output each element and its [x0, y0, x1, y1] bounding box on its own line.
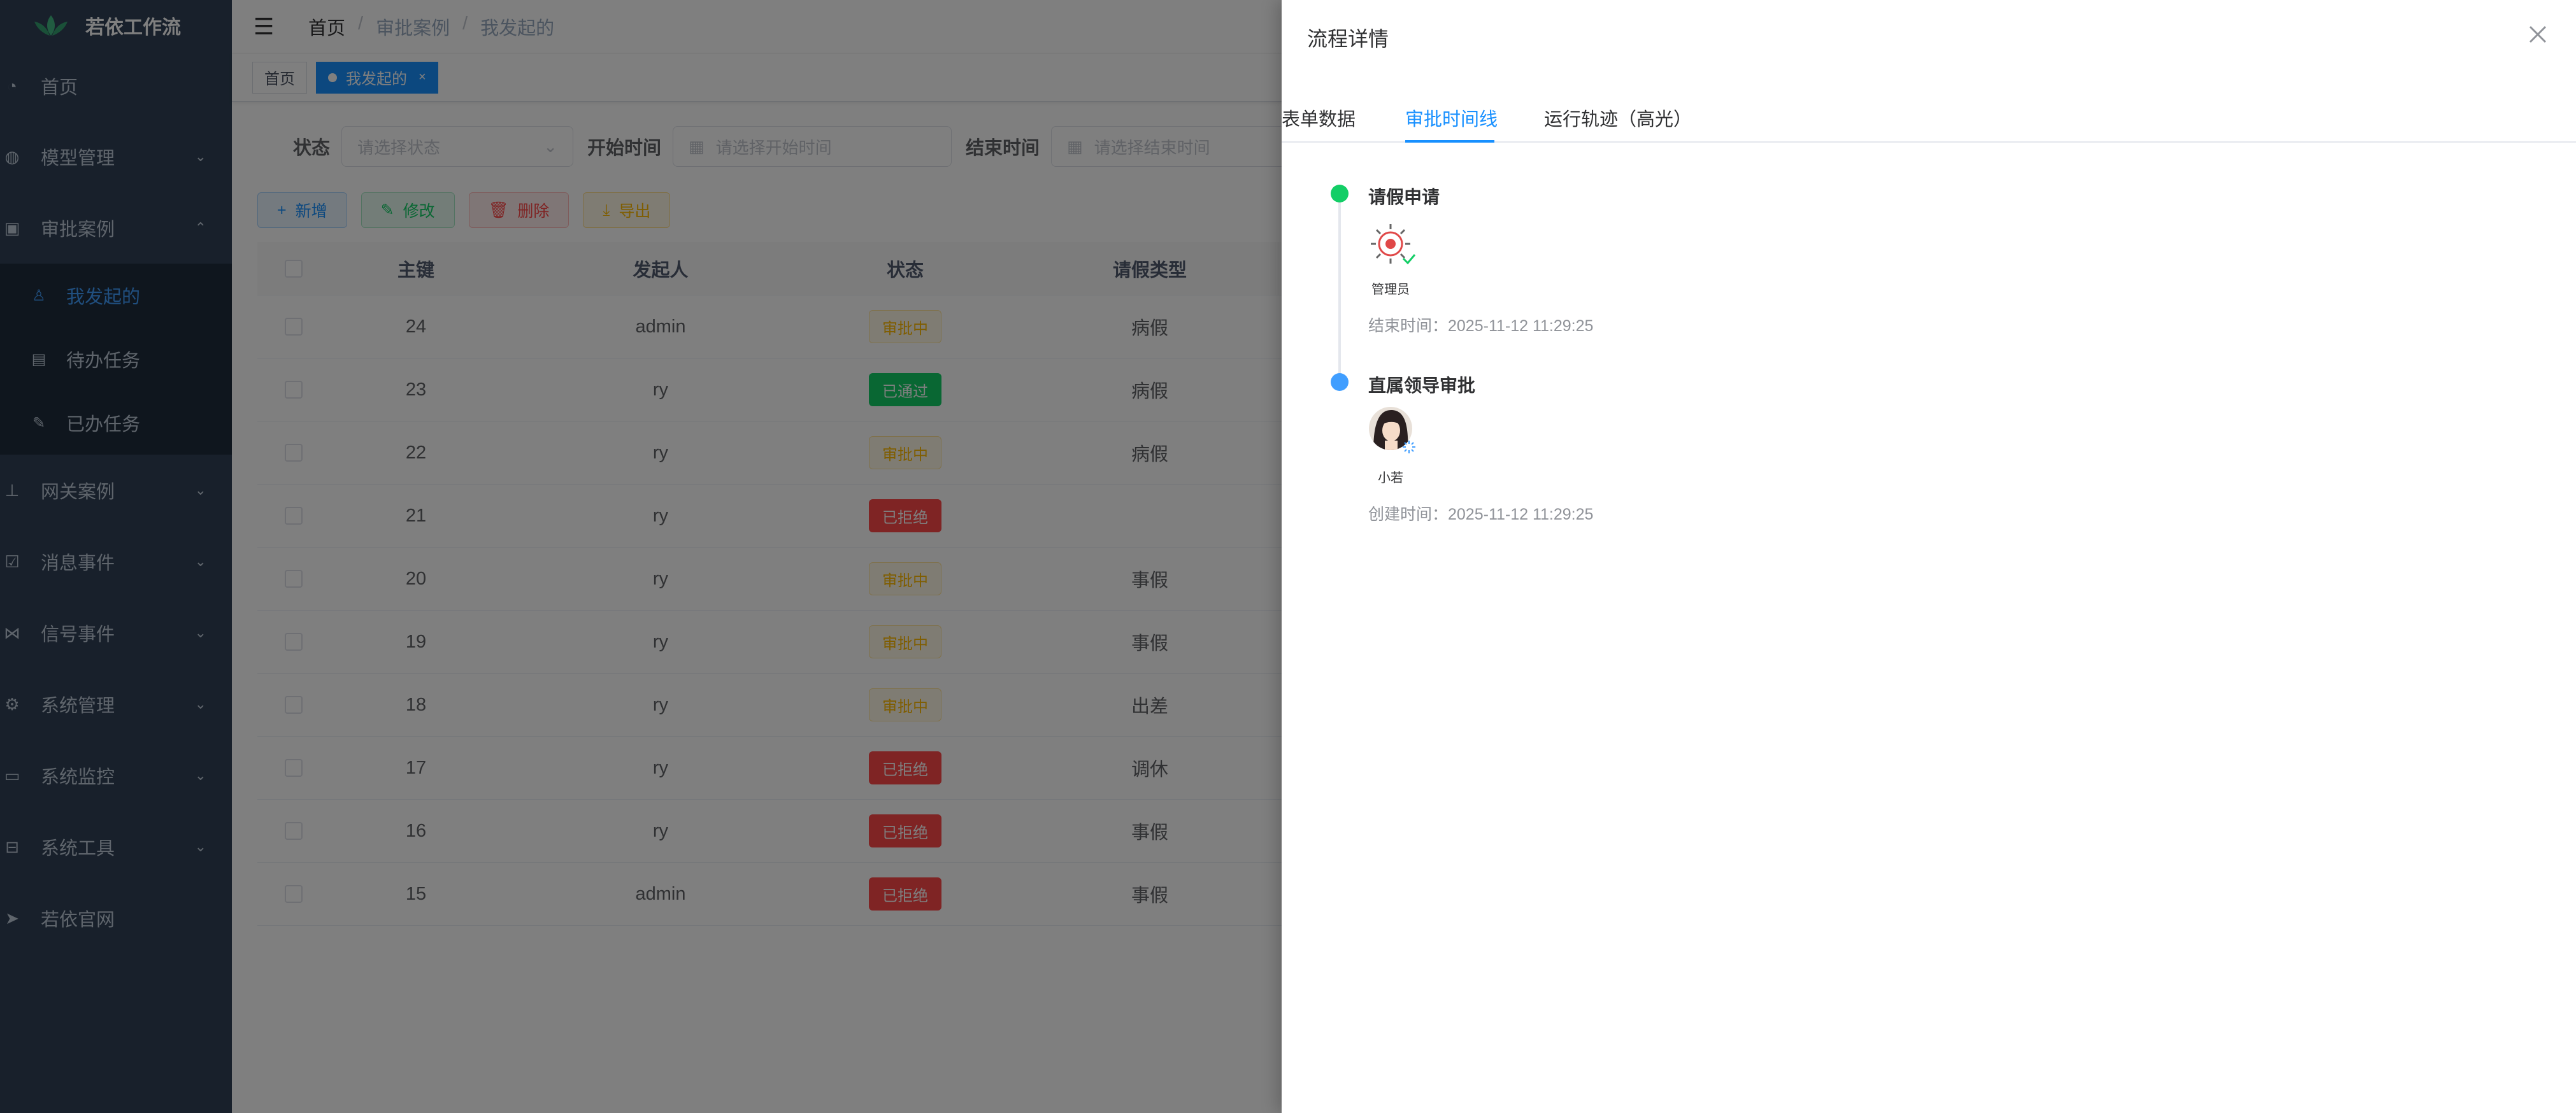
timeline-user-name: 管理员 [1371, 283, 1410, 297]
timeline-time: 创建时间：2025-11-12 11:29:25 [1368, 506, 1594, 523]
process-detail-drawer: 流程详情 表单数据 审批时间线 运行轨迹（高光） 请假申请 管理员 结束时间：2… [1282, 0, 2576, 1113]
tab-approval-timeline[interactable]: 审批时间线 [1405, 104, 1498, 131]
close-icon[interactable] [2525, 22, 2551, 47]
tab-active-indicator [1405, 140, 1494, 143]
timeline-step-title: 请假申请 [1368, 187, 1440, 207]
loading-icon [1403, 441, 1415, 453]
drawer-title: 流程详情 [1307, 27, 1389, 50]
timeline-step-title: 直属领导审批 [1368, 376, 1476, 395]
timeline-user-name: 小若 [1378, 471, 1403, 485]
check-icon [1402, 254, 1416, 265]
timeline-node-pending [1331, 373, 1349, 391]
timeline-node-done [1331, 185, 1349, 202]
drawer-tabs: 表单数据 审批时间线 运行轨迹（高光） [1282, 96, 2576, 143]
tab-run-trace[interactable]: 运行轨迹（高光） [1544, 104, 1692, 131]
timeline-connector [1338, 199, 1341, 386]
timeline-time: 结束时间：2025-11-12 11:29:25 [1368, 317, 1594, 335]
tab-form-data[interactable]: 表单数据 [1282, 104, 1356, 131]
